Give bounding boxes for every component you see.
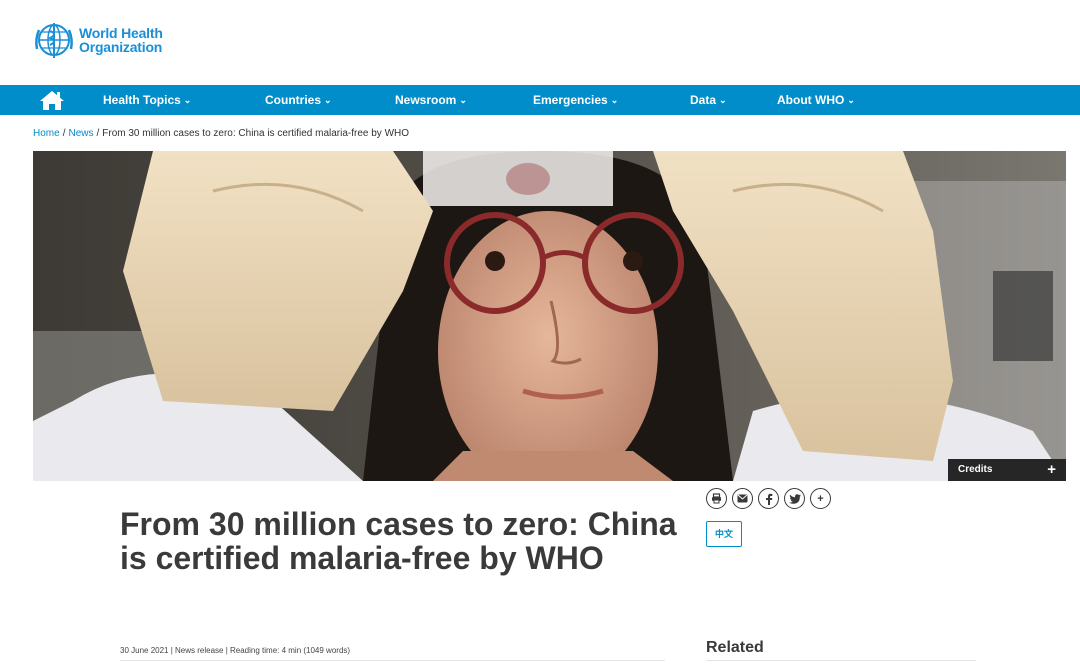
credits-toggle[interactable]: Credits + bbox=[948, 459, 1066, 481]
print-icon bbox=[712, 493, 721, 504]
nav-item-about-who[interactable]: About WHO ⌄ bbox=[777, 85, 855, 115]
chevron-down-icon: ⌄ bbox=[847, 95, 855, 105]
plus-icon: + bbox=[1047, 461, 1056, 478]
nav-item-countries[interactable]: Countries ⌄ bbox=[265, 85, 332, 115]
chevron-down-icon: ⌄ bbox=[183, 95, 192, 105]
nav-item-health-topics[interactable]: Health Topics ⌄ bbox=[103, 85, 191, 115]
breadcrumb-separator: / bbox=[96, 128, 100, 139]
nav-label: Emergencies bbox=[533, 93, 608, 107]
chevron-down-icon: ⌄ bbox=[610, 95, 619, 105]
nav-label: Health Topics bbox=[103, 93, 181, 107]
credits-label: Credits bbox=[958, 464, 993, 475]
twitter-icon bbox=[788, 493, 801, 504]
breadcrumb-separator: / bbox=[62, 128, 66, 139]
who-logo[interactable]: World Health Organization bbox=[33, 19, 163, 61]
plus-icon: + bbox=[817, 492, 824, 505]
nav-label: Newsroom bbox=[395, 93, 457, 107]
divider bbox=[706, 660, 976, 661]
home-icon[interactable] bbox=[38, 89, 66, 111]
facebook-share-button[interactable] bbox=[758, 488, 779, 509]
nav-item-newsroom[interactable]: Newsroom ⌄ bbox=[395, 85, 467, 115]
hero-image: Credits + bbox=[33, 151, 1066, 481]
facebook-icon bbox=[765, 493, 772, 505]
nav-item-emergencies[interactable]: Emergencies ⌄ bbox=[533, 85, 618, 115]
email-icon bbox=[737, 494, 748, 503]
nav-item-data[interactable]: Data ⌄ bbox=[690, 85, 727, 115]
article-meta: 30 June 2021 | News release | Reading ti… bbox=[120, 646, 351, 655]
twitter-share-button[interactable] bbox=[784, 488, 805, 509]
related-heading: Related bbox=[706, 639, 764, 656]
breadcrumb: Home / News / From 30 million cases to zero:… bbox=[33, 128, 409, 139]
hero-photo-illustration bbox=[33, 151, 1066, 481]
nav-label: About WHO bbox=[777, 93, 845, 107]
share-bar: + bbox=[706, 488, 831, 509]
who-emblem-icon bbox=[35, 23, 73, 58]
logo-line-2: Organization bbox=[79, 39, 163, 55]
chevron-down-icon: ⌄ bbox=[719, 95, 727, 105]
more-share-button[interactable]: + bbox=[810, 488, 831, 509]
chevron-down-icon: ⌄ bbox=[459, 95, 467, 105]
language-chinese-button[interactable]: 中文 bbox=[706, 521, 742, 547]
logo-wordmark: World Health Organization bbox=[79, 26, 163, 54]
page-title: From 30 million cases to zero: China is … bbox=[120, 506, 677, 576]
email-share-button[interactable] bbox=[732, 488, 753, 509]
nav-label: Data bbox=[690, 93, 717, 107]
print-button[interactable] bbox=[706, 488, 727, 509]
logo-line-1: World Health bbox=[79, 25, 163, 41]
breadcrumb-news-link[interactable]: News bbox=[68, 128, 93, 139]
breadcrumb-home-link[interactable]: Home bbox=[33, 128, 60, 139]
nav-label: Countries bbox=[265, 93, 322, 107]
main-nav: Health Topics ⌄ Countries ⌄ Newsroom ⌄ Emer… bbox=[0, 85, 1080, 115]
breadcrumb-current: From 30 million cases to zero: China is … bbox=[102, 128, 410, 139]
divider bbox=[120, 660, 665, 661]
chevron-down-icon: ⌄ bbox=[324, 95, 332, 105]
